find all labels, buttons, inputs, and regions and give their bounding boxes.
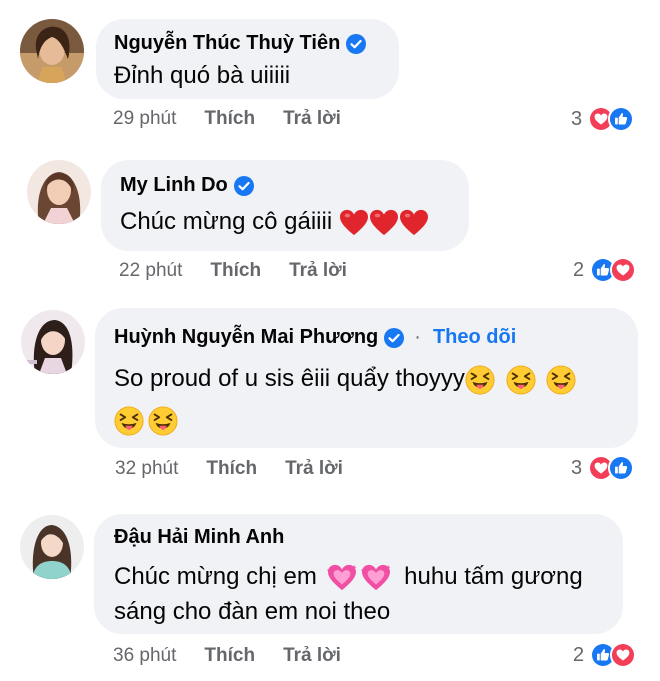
like-icon [608,455,635,481]
author-name[interactable]: Nguyễn Thúc Thuỳ Tiên [114,32,366,55]
comment-text: Chúc mừng chị em huhu tấm gương [114,563,583,592]
comment-4: Đậu Hải Minh Anh Chúc mừng chị em huhu t… [0,500,660,681]
author-name-text[interactable]: Đậu Hải Minh Anh [114,526,284,549]
squinting-tongue-face-emoji [465,365,495,395]
comment-text: Chúc mừng cô gáiiii [120,204,429,240]
squinting-tongue-face-emoji [506,365,536,395]
avatar[interactable] [27,160,91,224]
comment-text-line-2 [114,402,178,438]
author-name-text[interactable]: Nguyễn Thúc Thuỳ Tiên [114,32,340,55]
squinting-tongue-face-emoji [114,406,144,436]
comment-actions: 29 phút Thích Trả lời [113,108,369,130]
comment-actions: 36 phút Thích Trả lời [113,645,369,667]
like-button[interactable]: Thích [204,108,255,129]
comment-text: So proud of u sis êiii quẩy thoyyy [114,361,576,397]
comment-3: Huỳnh Nguyễn Mai Phương · Theo dõi So pr… [0,300,660,500]
love-icon [610,257,637,283]
sparkling-heart-emoji [327,564,357,592]
avatar[interactable] [20,515,84,579]
reply-button[interactable]: Trả lời [283,108,341,129]
separator-dot: · [414,326,421,348]
timestamp[interactable]: 32 phút [115,458,178,479]
timestamp[interactable]: 29 phút [113,108,176,129]
like-button[interactable]: Thích [210,260,261,281]
like-icon [608,106,635,132]
timestamp[interactable]: 22 phút [119,260,182,281]
reaction-count: 3 [571,456,583,479]
comment-actions: 32 phút Thích Trả lời [115,458,371,480]
comment-text: Đỉnh quó bà uiiiii [114,62,291,89]
reaction-count: 3 [571,107,583,130]
verified-badge-icon [234,176,254,196]
sparkling-heart-emoji [361,564,391,592]
squinting-tongue-face-emoji [148,406,178,436]
squinting-tongue-face-emoji [546,365,576,395]
reply-button[interactable]: Trả lời [283,645,341,666]
reaction-summary[interactable]: 2 [573,257,637,283]
author-name[interactable]: Đậu Hải Minh Anh [114,526,284,549]
red-heart-emoji [399,209,429,237]
reaction-summary[interactable]: 2 [573,642,637,668]
author-name[interactable]: My Linh Do [120,174,254,197]
comment-1: Nguyễn Thúc Thuỳ Tiên Đỉnh quó bà uiiiii… [0,0,660,140]
comment-text-line-2: sáng cho đàn em noi theo [114,598,391,625]
reaction-summary[interactable]: 3 [571,455,635,481]
author-name-text[interactable]: My Linh Do [120,174,228,197]
verified-badge-icon [384,328,404,348]
reply-button[interactable]: Trả lời [289,260,347,281]
author-name-text[interactable]: Huỳnh Nguyễn Mai Phương [114,326,378,349]
avatar[interactable] [20,19,84,83]
follow-button[interactable]: Theo dõi [433,326,516,349]
comment-actions: 22 phút Thích Trả lời [119,260,375,282]
timestamp[interactable]: 36 phút [113,645,176,666]
reaction-count: 2 [573,643,585,666]
reaction-summary[interactable]: 3 [571,106,635,132]
love-icon [610,642,637,668]
red-heart-emoji [369,209,399,237]
like-button[interactable]: Thích [206,458,257,479]
like-button[interactable]: Thích [204,645,255,666]
reply-button[interactable]: Trả lời [285,458,343,479]
red-heart-emoji [339,209,369,237]
author-name[interactable]: Huỳnh Nguyễn Mai Phương · Theo dõi [114,326,516,349]
reaction-count: 2 [573,258,585,281]
comment-2: My Linh Do Chúc mừng cô gáiiii 22 phút Th… [0,140,660,300]
avatar[interactable] [21,310,85,374]
verified-badge-icon [346,34,366,54]
